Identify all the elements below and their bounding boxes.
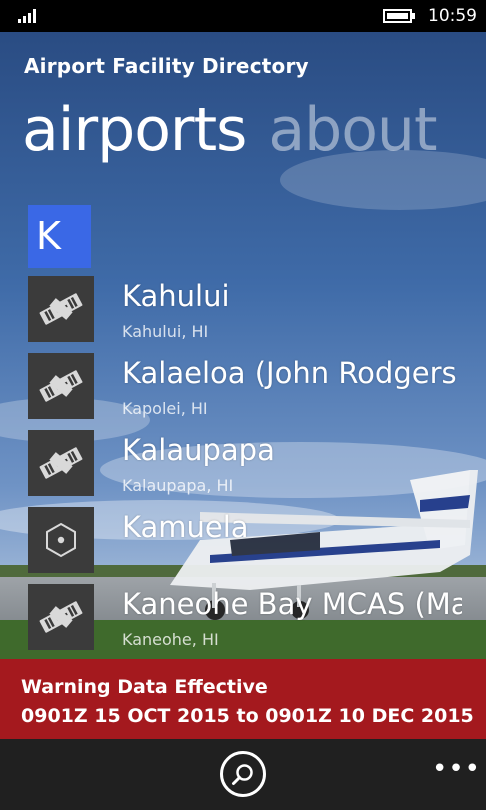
search-icon	[232, 764, 253, 785]
heliport-icon	[28, 507, 94, 573]
warning-banner: Warning Data Effective 0901Z 15 OCT 2015…	[0, 659, 486, 739]
tab-airports[interactable]: airports	[22, 95, 247, 165]
runway-icon	[28, 353, 94, 419]
airport-name: Kalaupapa	[122, 433, 275, 467]
airport-location: Kaneohe, HI	[122, 630, 219, 649]
app-title: Airport Facility Directory	[24, 54, 309, 78]
group-letter: K	[36, 214, 61, 258]
airport-name: Kamuela	[122, 510, 249, 544]
more-options-button[interactable]: •••	[432, 756, 480, 782]
battery-icon	[383, 9, 415, 23]
status-time: 10:59	[428, 6, 477, 26]
warning-dates: 0901Z 15 OCT 2015 to 0901Z 10 DEC 2015	[21, 705, 474, 727]
group-header-tile[interactable]: K	[28, 205, 91, 268]
list-item-kaneohe[interactable]: Kaneohe Bay MCAS (Marion E Carl Fld) Kan…	[0, 584, 486, 652]
tab-about[interactable]: about	[268, 95, 437, 165]
list-item-kahului[interactable]: Kahului Kahului, HI	[0, 276, 486, 344]
phone-screen: 10:59 Airport Facility Directory airport…	[0, 0, 486, 810]
signal-bars-icon	[18, 9, 36, 23]
status-bar: 10:59	[0, 0, 486, 32]
airport-location: Kalaupapa, HI	[122, 476, 234, 495]
list-item-kalaupapa[interactable]: Kalaupapa Kalaupapa, HI	[0, 430, 486, 498]
airport-location: Kahului, HI	[122, 322, 209, 341]
app-bar: •••	[0, 739, 486, 810]
search-button[interactable]	[220, 751, 266, 797]
airport-name: Kaneohe Bay MCAS (Marion E Carl Fld)	[122, 587, 462, 621]
runway-icon	[28, 276, 94, 342]
list-item-kamuela[interactable]: Kamuela	[0, 507, 486, 575]
list-item-kalaeloa[interactable]: Kalaeloa (John Rodgers Fld) Kapolei, HI	[0, 353, 486, 421]
warning-title: Warning Data Effective	[21, 676, 268, 698]
airport-name: Kalaeloa (John Rodgers Fld)	[122, 356, 462, 390]
runway-icon	[28, 430, 94, 496]
airport-location: Kapolei, HI	[122, 399, 208, 418]
airport-name: Kahului	[122, 279, 230, 313]
runway-icon	[28, 584, 94, 650]
pivot-header: airports about	[22, 95, 458, 165]
